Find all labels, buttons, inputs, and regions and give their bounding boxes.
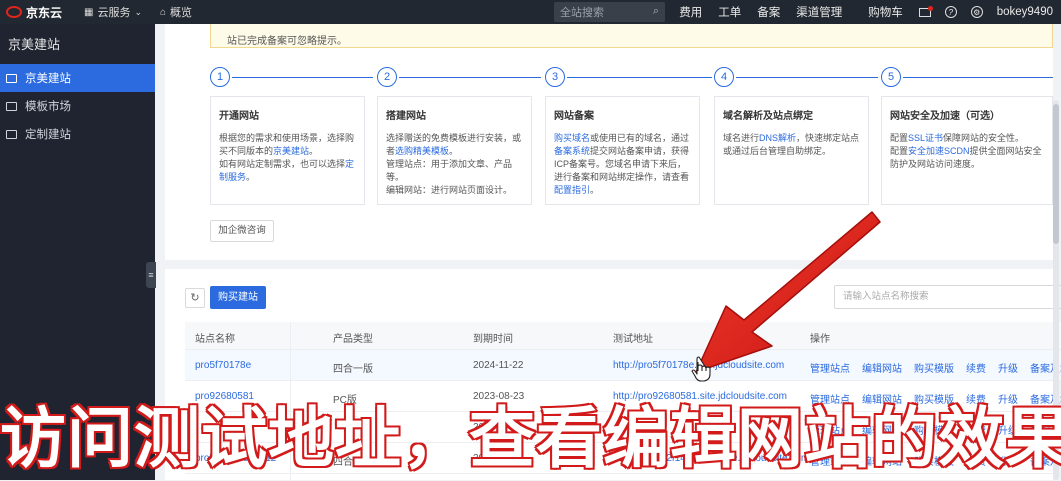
site-name-link[interactable]: pro5f70178e: [195, 360, 251, 371]
site-icon: [6, 73, 17, 83]
ssl-link[interactable]: SSL证书: [908, 133, 943, 143]
brand-logo[interactable]: 京东云: [6, 4, 84, 21]
username[interactable]: bokey9490: [997, 6, 1053, 18]
filing-notice: 站已完成备案可忽略提示。: [210, 24, 1053, 48]
step-number-1: 1: [210, 67, 230, 87]
expiry-date: 2024-11-22: [473, 360, 524, 371]
test-url-link[interactable]: http://pro5f70178e.site.jdcloudsite.com: [613, 360, 784, 371]
setup-guide-panel: 站已完成备案可忽略提示。 1 2 3 4 5 开通网站 根据您的需求和使用场景，…: [165, 24, 1053, 260]
scdn-link[interactable]: 安全加速SCDN: [908, 146, 970, 156]
buy-jingmei-link[interactable]: 京美建站: [273, 146, 309, 156]
edit-site-link[interactable]: 编辑网站: [862, 360, 902, 375]
table-row: pro5f70178e 四合一版 2024-11-22 http://pro5f…: [185, 350, 1061, 381]
grid-icon: ▦: [84, 6, 94, 18]
step-card-security: 网站安全及加速（可选） 配置SSL证书保障网站的安全性。 配置安全加速SCDN提…: [881, 96, 1053, 205]
sidebar-item-label: 模板市场: [25, 101, 71, 113]
global-search-placeholder: 全站搜索: [560, 7, 604, 19]
column-header: 站点名称: [195, 334, 235, 345]
template-icon: [6, 101, 17, 111]
sidebar-item-label: 京美建站: [25, 73, 71, 85]
step-desc: 根据您的需求和使用场景，选择购买不同版本的京美建站。: [219, 133, 355, 156]
sidebar-item-jingmei-site[interactable]: 京美建站: [0, 64, 155, 92]
step-desc: 配置安全加速SCDN提供全面网站安全防护及网站访问速度。: [890, 146, 1042, 169]
cloud-services-label: 云服务: [97, 7, 131, 19]
fees-link[interactable]: 费用: [679, 4, 702, 20]
home-icon: ⌂: [160, 6, 167, 18]
step-connector: [399, 77, 541, 78]
manage-site-link[interactable]: 管理站点: [810, 360, 850, 375]
sidebar-item-custom-site[interactable]: 定制建站: [0, 120, 155, 148]
video-caption: 访问测试地址，查看编辑网站的效果: [0, 399, 1061, 479]
overview-link[interactable]: ⌂ 概览: [160, 4, 192, 20]
step-desc: 选择赠送的免费模板进行安装，或者选购精美模板。: [386, 133, 522, 156]
sidebar-collapse-handle[interactable]: ≡: [146, 262, 156, 288]
step-card-filing: 网站备案 购买域名或使用已有的域名，通过备案系统提交网站备案申请，获得ICP备案…: [545, 96, 700, 205]
wecom-consult-button[interactable]: 加企微咨询: [210, 220, 274, 242]
brand-name: 京东云: [26, 5, 63, 20]
chevron-down-icon: ⌄: [134, 6, 142, 17]
step-desc: 配置SSL证书保障网站的安全性。: [890, 133, 1025, 143]
step-number-2: 2: [377, 67, 397, 87]
column-header: 产品类型: [333, 334, 373, 345]
step-title: 网站安全及加速（可选）: [890, 111, 1000, 122]
mail-icon[interactable]: [918, 5, 933, 17]
buy-domain-link[interactable]: 购买域名: [554, 133, 590, 143]
table-header: 站点名称 产品类型 到期时间 测试地址 操作: [185, 322, 1061, 350]
refresh-icon[interactable]: ↻: [185, 288, 205, 308]
scrollbar-thumb[interactable]: [1053, 104, 1059, 244]
step-desc: 管理站点：用于添加文章、产品等。: [386, 159, 513, 182]
sidebar-title: 京美建站: [8, 37, 61, 52]
step-desc: 购买域名或使用已有的域名，通过备案系统提交网站备案申请，获得ICP备案号。您域名…: [554, 133, 690, 195]
tickets-link[interactable]: 工单: [718, 4, 741, 20]
global-search-input[interactable]: 全站搜索 ⌕: [554, 2, 665, 22]
step-card-build-site: 搭建网站 选择赠送的免费模板进行安装，或者选购精美模板。 管理站点：用于添加文章…: [377, 96, 532, 205]
buy-template-link[interactable]: 选购精美模板: [395, 146, 449, 156]
step-desc: 编辑网站：进行网站页面设计。: [386, 185, 513, 195]
row-actions: 管理站点 编辑网站 购买模版 续费 升级 备案及域名配置: [810, 360, 1061, 375]
column-header: 操作: [810, 334, 830, 345]
step-connector: [567, 77, 712, 78]
monitor-icon: [6, 129, 17, 139]
dns-link[interactable]: DNS解析: [759, 133, 796, 143]
sidebar-item-template-market[interactable]: 模板市场: [0, 92, 155, 120]
step-number-4: 4: [714, 67, 734, 87]
site-search-input[interactable]: 请输入站点名称搜索: [834, 285, 1061, 309]
step-card-dns-binding: 域名解析及站点绑定 域名进行DNS解析，快速绑定站点或通过后台管理自助绑定。: [714, 96, 869, 205]
product-type: 四合一版: [333, 364, 373, 375]
channel-link[interactable]: 渠道管理: [796, 4, 842, 20]
step-number-3: 3: [545, 67, 565, 87]
buy-site-button[interactable]: 购买建站: [210, 286, 266, 309]
cart-link[interactable]: 购物车: [868, 4, 903, 20]
jdcloud-logo-icon: [6, 6, 22, 18]
step-title: 域名解析及站点绑定: [723, 111, 813, 122]
filing-system-link[interactable]: 备案系统: [554, 146, 590, 156]
step-desc: 域名进行DNS解析，快速绑定站点或通过后台管理自助绑定。: [723, 133, 860, 156]
step-desc: 如有网站定制需求，也可以选择定制服务。: [219, 159, 355, 182]
step-title: 网站备案: [554, 111, 594, 122]
step-title: 搭建网站: [386, 111, 426, 122]
overview-label: 概览: [170, 7, 193, 19]
help-icon[interactable]: ?: [944, 6, 957, 18]
column-header: 测试地址: [613, 334, 653, 345]
step-card-open-site: 开通网站 根据您的需求和使用场景，选择购买不同版本的京美建站。 如有网站定制需求…: [210, 96, 365, 205]
top-navbar: 京东云 ▦ 云服务 ⌄ ⌂ 概览 全站搜索 ⌕ 费用 工单 备案 渠道管理 购物…: [0, 0, 1061, 24]
buy-template-link[interactable]: 购买模版: [914, 360, 954, 375]
sidebar-item-label: 定制建站: [25, 129, 71, 141]
step-title: 开通网站: [219, 111, 259, 122]
step-connector: [736, 77, 878, 78]
search-icon[interactable]: ⌕: [653, 5, 659, 18]
settings-icon[interactable]: ⚙: [970, 6, 983, 18]
step-connector: [232, 77, 373, 78]
config-guide-link[interactable]: 配置指引: [554, 185, 590, 195]
upgrade-link[interactable]: 升级: [998, 360, 1018, 375]
step-connector: [903, 77, 1053, 78]
top-right-menu: 费用 工单 备案 渠道管理 购物车 ? ⚙ bokey9490: [679, 0, 1061, 24]
filing-link[interactable]: 备案: [757, 4, 780, 20]
renew-link[interactable]: 续费: [966, 360, 986, 375]
step-number-5: 5: [881, 67, 901, 87]
cloud-services-menu[interactable]: ▦ 云服务 ⌄: [84, 4, 142, 20]
column-header: 到期时间: [473, 334, 513, 345]
